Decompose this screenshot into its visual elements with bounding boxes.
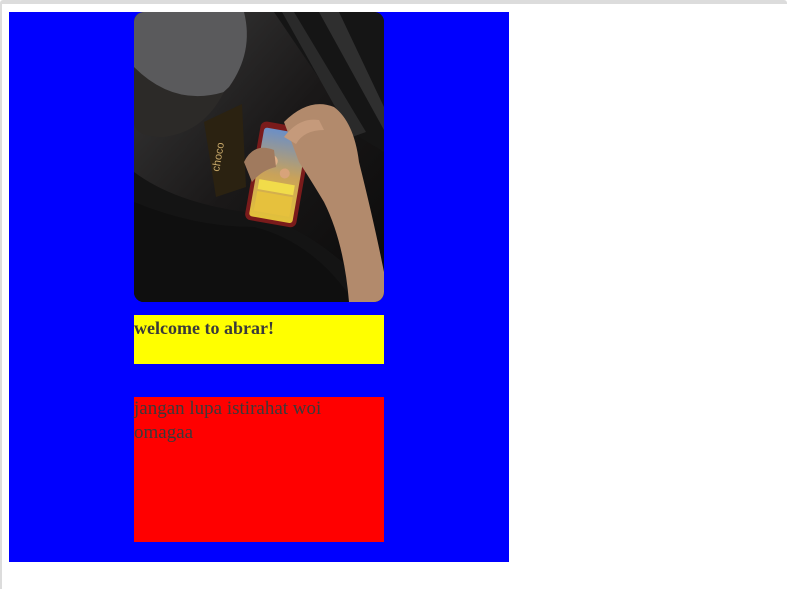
message-text: jangan lupa istirahat woi omagaa [134, 398, 322, 443]
welcome-box: welcome to abrar! [134, 315, 384, 364]
browser-frame-left [0, 4, 2, 589]
browser-frame-top [0, 0, 787, 4]
message-box: jangan lupa istirahat woi omagaa [134, 397, 384, 542]
profile-photo: choco [134, 12, 384, 302]
photo-person-holding-phone-icon: choco [134, 12, 384, 302]
welcome-heading: welcome to abrar! [134, 318, 274, 338]
blue-panel: choco welcome to abrar! jangan lupa isti… [9, 12, 509, 562]
